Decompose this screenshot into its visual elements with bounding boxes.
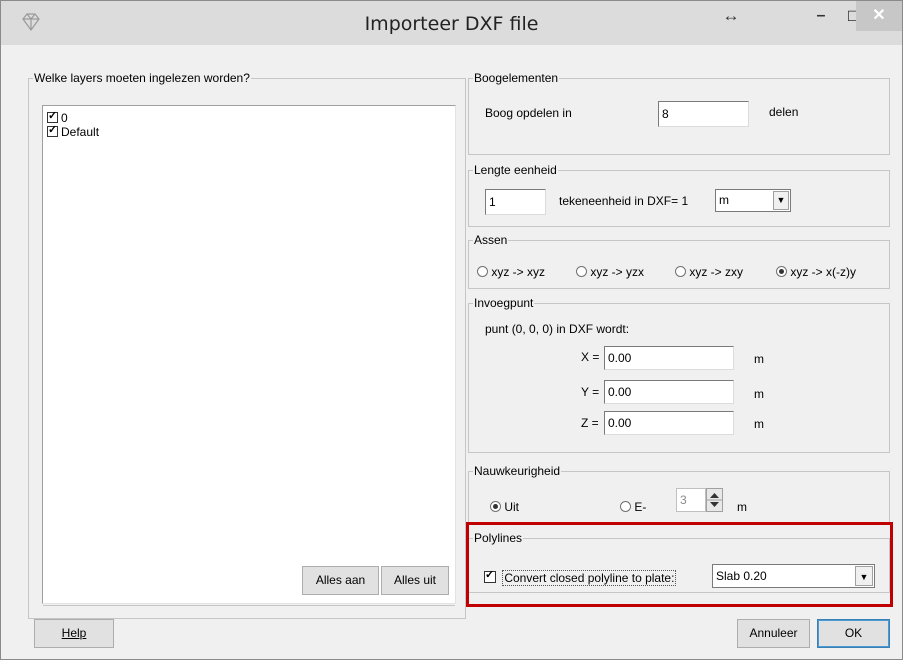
highlight-box [466, 522, 893, 607]
length-unit-text: tekeneenheid in DXF= 1 [559, 194, 688, 208]
length-unit-input[interactable]: 1 [485, 189, 546, 215]
chevron-down-icon[interactable]: ▼ [773, 191, 789, 210]
axes-option-label: xyz -> x(-z)y [790, 265, 857, 279]
axes-option-2[interactable]: xyz -> yzx [576, 265, 644, 279]
layer-checkbox[interactable]: ✓ [47, 124, 58, 137]
insert-point-legend: Invoegpunt [474, 296, 534, 310]
x-unit: m [754, 352, 764, 366]
precision-e-option[interactable]: E- [620, 500, 646, 514]
close-button[interactable]: ✕ [856, 1, 902, 31]
layer-item-0[interactable]: ✓ 0 [47, 110, 68, 125]
precision-e-label: E- [634, 500, 647, 514]
z-input[interactable]: 0.00 [604, 411, 734, 435]
axes-option-3[interactable]: xyz -> zxy [675, 265, 743, 279]
layer-checkbox[interactable]: ✓ [47, 110, 58, 123]
z-unit: m [754, 417, 764, 431]
radio-button[interactable] [620, 501, 631, 512]
axes-option-4[interactable]: xyz -> x(-z)y [776, 265, 856, 279]
length-unit-factor: 1 [681, 194, 689, 208]
radio-button[interactable] [490, 501, 501, 512]
dialog-window: Importeer DXF file ↔ – ☐ ✕ Welke layers … [0, 0, 903, 660]
layer-item-default[interactable]: ✓ Default [47, 124, 100, 139]
resize-arrow-icon[interactable]: ↔ [711, 1, 751, 31]
arc-legend: Boogelementen [474, 71, 559, 85]
ok-label: OK [844, 626, 863, 640]
radio-button[interactable] [675, 266, 686, 277]
help-button[interactable]: Help [34, 619, 114, 648]
layer-label: 0 [61, 111, 68, 125]
precision-off-label: Uit [504, 500, 520, 514]
z-label: Z = [581, 416, 599, 430]
unit-select-value: m [719, 193, 729, 207]
all-on-button[interactable]: Alles aan [302, 566, 379, 595]
axes-option-label: xyz -> yzx [590, 265, 645, 279]
y-unit: m [754, 387, 764, 401]
layer-label: Default [61, 125, 100, 139]
axes-legend: Assen [474, 233, 508, 247]
layers-list[interactable]: ✓ 0 ✓ Default [42, 105, 456, 604]
cancel-label: Annuleer [749, 626, 798, 640]
precision-unit: m [737, 500, 747, 514]
precision-off-option[interactable]: Uit [490, 500, 519, 514]
x-input[interactable]: 0.00 [604, 346, 734, 370]
help-label: Help [61, 626, 87, 640]
length-unit-label: tekeneenheid in DXF= [559, 194, 679, 208]
cancel-button[interactable]: Annuleer [737, 619, 810, 648]
axes-option-1[interactable]: xyz -> xyz [477, 265, 545, 279]
window-title: Importeer DXF file [364, 13, 539, 35]
title-bar[interactable]: Importeer DXF file ↔ – ☐ ✕ [1, 1, 902, 45]
arc-unit-label: delen [769, 105, 799, 119]
insert-point-description: punt (0, 0, 0) in DXF wordt: [485, 322, 630, 336]
radio-button[interactable] [576, 266, 587, 277]
arc-segments-input[interactable]: 8 [658, 101, 749, 127]
y-input[interactable]: 0.00 [604, 380, 734, 404]
radio-button[interactable] [776, 266, 787, 277]
radio-button[interactable] [477, 266, 488, 277]
precision-exponent-input[interactable]: 3 [676, 488, 706, 512]
precision-spinner[interactable] [706, 488, 723, 512]
axes-option-label: xyz -> xyz [491, 265, 546, 279]
precision-legend: Nauwkeurigheid [474, 464, 561, 478]
layers-legend: Welke layers moeten ingelezen worden? [34, 71, 250, 85]
y-label: Y = [581, 385, 600, 399]
list-divider [43, 605, 455, 606]
all-off-button[interactable]: Alles uit [381, 566, 449, 595]
arc-label: Boog opdelen in [485, 106, 572, 120]
x-label: X = [581, 350, 600, 364]
axes-group: Assen [468, 233, 890, 289]
ok-button[interactable]: OK [817, 619, 890, 648]
unit-select[interactable]: m ▼ [715, 189, 791, 212]
axes-option-label: xyz -> zxy [689, 265, 744, 279]
length-unit-legend: Lengte eenheid [474, 163, 557, 177]
